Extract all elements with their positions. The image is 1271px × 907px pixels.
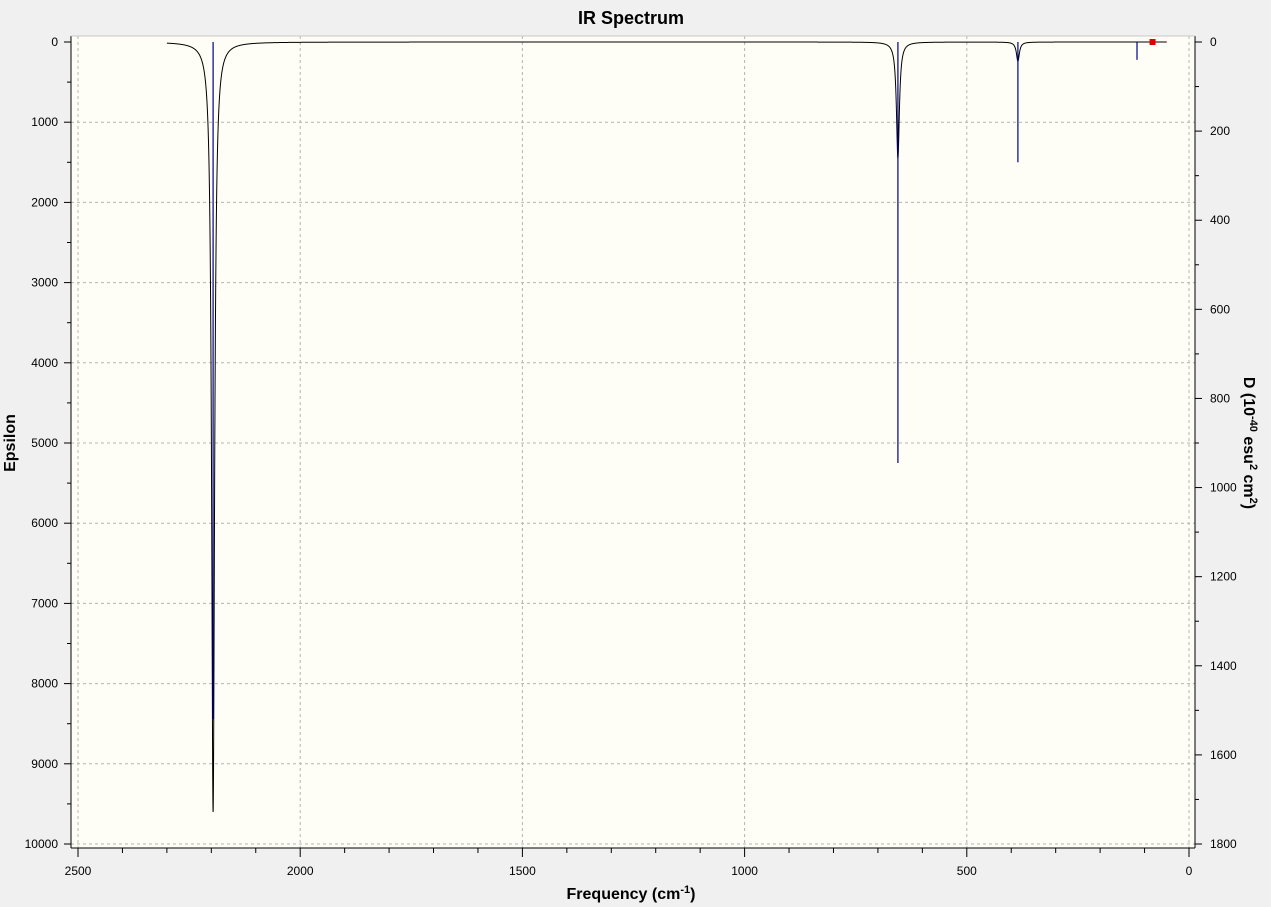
y-left-tick-label: 10000 [25, 837, 59, 851]
y-left-tick-label: 8000 [31, 677, 58, 691]
x-axis: 2500 2000 1500 1000 500 0 [65, 848, 1193, 878]
ir-spectrum-chart: 2500 2000 1500 1000 500 0 0100020003000400050… [2, 8, 1259, 903]
y-right-title-part: D (10 [1240, 377, 1257, 416]
y-right-title-part: cm [1240, 470, 1257, 498]
y-left-tick-label: 1000 [31, 115, 58, 129]
y-left-tick-label: 4000 [31, 356, 58, 370]
y-right-title-part: esu [1240, 432, 1257, 464]
y-right-title-part: ) [1240, 504, 1257, 509]
y-axis-left-title: Epsilon [2, 414, 19, 472]
x-axis-title: Frequency (cm-1) [567, 884, 696, 903]
y-right-title-sup: -40 [1247, 416, 1259, 432]
y-left-tick-label: 5000 [31, 436, 58, 450]
x-axis-title-sup: -1 [680, 884, 690, 896]
y-right-tick-label: 1200 [1210, 570, 1237, 584]
y-right-tick-label: 800 [1210, 391, 1230, 405]
x-tick-label: 0 [1186, 864, 1193, 878]
x-axis-title-close: ) [690, 886, 695, 903]
plot-area [71, 36, 1195, 848]
y-right-tick-label: 1800 [1210, 837, 1237, 851]
x-tick-label: 1000 [731, 864, 758, 878]
y-right-tick-label: 1600 [1210, 748, 1237, 762]
y-left-tick-label: 9000 [31, 757, 58, 771]
x-tick-label: 2500 [65, 864, 92, 878]
y-right-tick-label: 600 [1210, 302, 1230, 316]
y-left-tick-label: 0 [51, 35, 58, 49]
y-right-tick-label: 400 [1210, 213, 1230, 227]
y-left-tick-label: 7000 [31, 596, 58, 610]
peak-marker[interactable] [1149, 39, 1156, 45]
y-right-tick-label: 0 [1210, 35, 1217, 49]
x-axis-title-main: Frequency (cm [567, 886, 681, 903]
y-axis-left: 0 1000 2000 3000 4000 5000 6000 7000 8000 9000 100… [25, 35, 71, 851]
chart-title: IR Spectrum [578, 8, 684, 28]
y-right-tick-label: 1000 [1210, 481, 1237, 495]
y-axis-right: 0 200 400 600 800 1000 1200 1400 1600 1800 [1195, 35, 1237, 851]
y-right-tick-label: 1400 [1210, 659, 1237, 673]
x-tick-label: 2000 [287, 864, 314, 878]
x-tick-label: 1500 [509, 864, 536, 878]
y-axis-right-title: D (10-40 esu2 cm2) [1240, 377, 1259, 509]
y-right-tick-label: 200 [1210, 124, 1230, 138]
y-left-tick-label: 3000 [31, 276, 58, 290]
y-left-tick-label: 2000 [31, 195, 58, 209]
y-left-tick-label: 6000 [31, 516, 58, 530]
x-tick-label: 500 [957, 864, 977, 878]
